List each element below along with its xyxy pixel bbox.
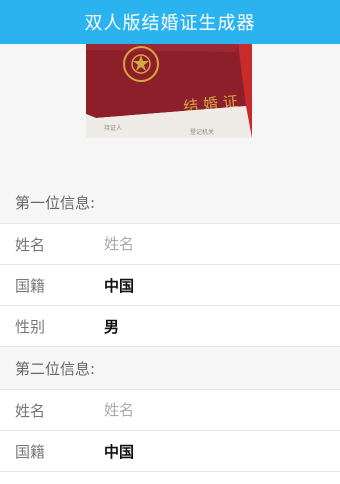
app-header: 双人版结婚证生成器	[0, 0, 340, 44]
section-header-person2: 第二位信息:	[0, 347, 340, 390]
section-label: 第一位信息:	[15, 193, 96, 212]
nationality-label: 国籍	[15, 276, 46, 295]
gender-row-person1[interactable]: 性别 男	[0, 306, 340, 347]
certificate-small-text-1: 持证人	[104, 124, 122, 132]
gender-value-person1[interactable]: 男	[104, 316, 119, 337]
nationality-row-person2[interactable]: 国籍 中国	[0, 431, 340, 472]
name-input-person1[interactable]	[104, 235, 340, 253]
name-label: 姓名	[15, 235, 46, 254]
nationality-value-person2[interactable]: 中国	[104, 441, 134, 462]
name-label: 姓名	[15, 401, 46, 420]
name-input-person2[interactable]	[104, 401, 340, 419]
form-list: 第一位信息: 姓名 国籍 中国 性别 男 第二位信息: 姓名 国籍 中国	[0, 181, 340, 472]
name-row-person1: 姓名	[0, 224, 340, 265]
app-title: 双人版结婚证生成器	[84, 13, 256, 34]
nationality-value-person1[interactable]: 中国	[104, 275, 134, 296]
banner: 结 婚 证 持证人 登记机关	[0, 44, 340, 181]
section-header-person1: 第一位信息:	[0, 181, 340, 224]
certificate-small-text-2: 登记机关	[190, 128, 214, 136]
gender-label: 性别	[15, 317, 46, 336]
nationality-row-person1[interactable]: 国籍 中国	[0, 265, 340, 306]
marriage-certificate-photo: 结 婚 证 持证人 登记机关	[86, 44, 252, 138]
section-label: 第二位信息:	[15, 359, 96, 378]
name-row-person2: 姓名	[0, 390, 340, 431]
nationality-label: 国籍	[15, 442, 46, 461]
